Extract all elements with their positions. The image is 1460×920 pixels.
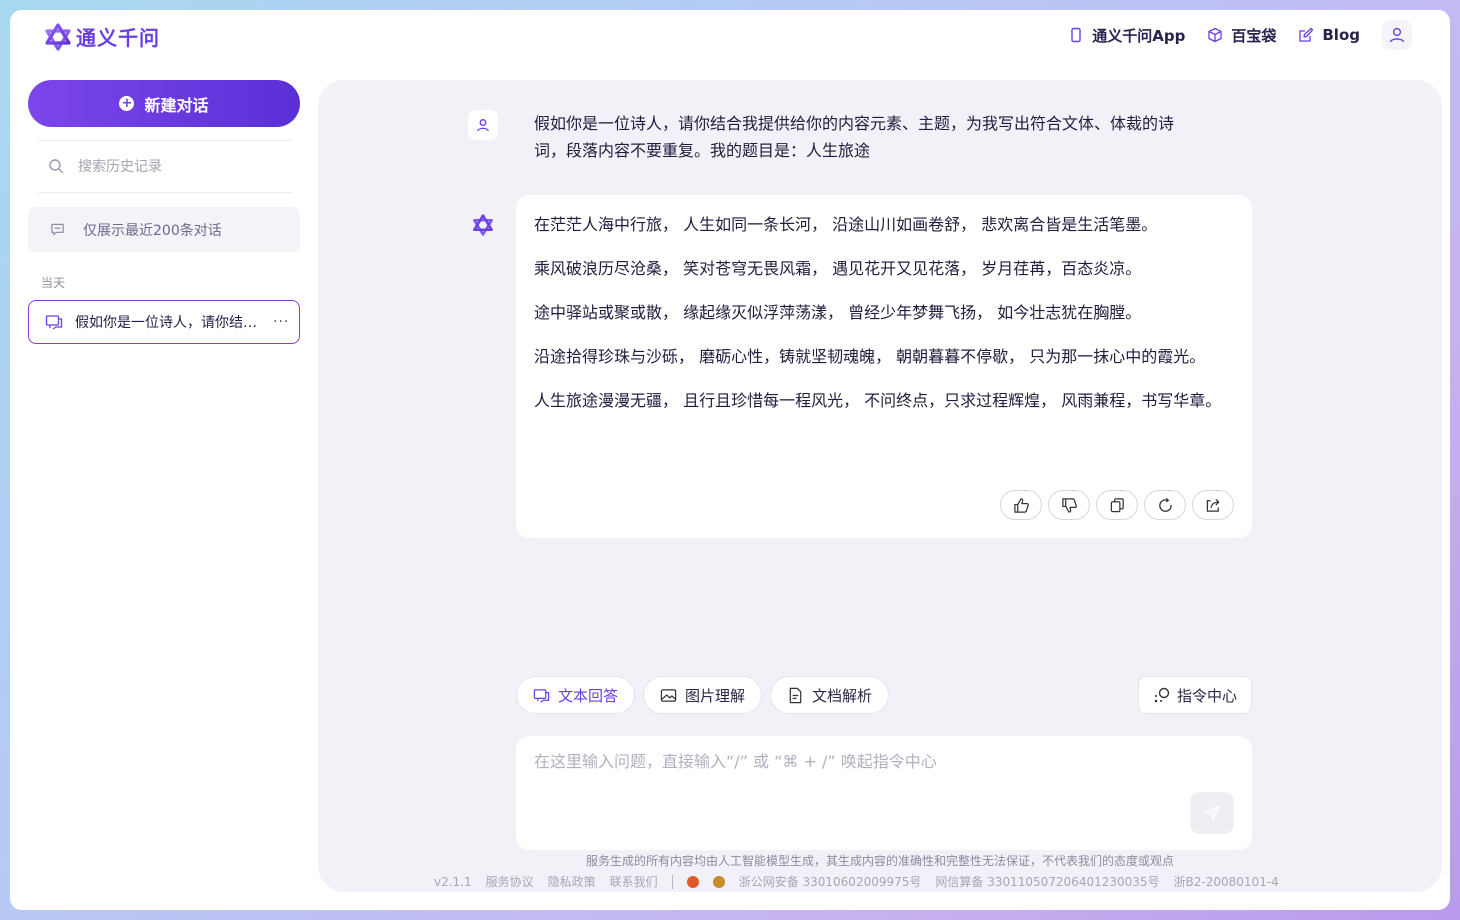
regenerate-icon (1158, 497, 1172, 512)
sidebar: + 新建对话 搜索历史记录 仅展示最近200条对话 当天 假如你是一位诗人，请你… (10, 62, 318, 910)
thumbs-up-icon (1013, 497, 1029, 513)
user-avatar (468, 110, 498, 140)
nav-treasure-label: 百宝袋 (1231, 26, 1277, 45)
top-header: 通义千问 通义千问App 百宝袋 Blog (10, 10, 1450, 62)
version-label: v2.1.1 (434, 874, 472, 889)
answer-paragraph: 途中驿站或聚或散， 缘起缘灭似浮萍荡漾， 曾经少年梦舞飞扬， 如今壮志犹在胸膛。 (534, 303, 1142, 322)
logo-text: 通义千问 (76, 26, 160, 50)
assistant-avatar (468, 210, 498, 240)
limit-notice-text: 仅展示最近200条对话 (83, 222, 222, 239)
app-window: 通义千问 通义千问App 百宝袋 Blog + 新建对话 搜索历史记录 仅展示最… (10, 10, 1450, 910)
answer-actions (1000, 490, 1234, 520)
dislike-button[interactable] (1048, 490, 1090, 520)
send-button[interactable] (1190, 792, 1234, 834)
nav-app-label: 通义千问App (1092, 26, 1186, 45)
main-chat-panel: 假如你是一位诗人，请你结合我提供给你的内容元素、主题，为我写出符合文体、体裁的诗… (318, 80, 1442, 892)
tool-image-understanding[interactable]: 图片理解 (643, 676, 763, 714)
regenerate-button[interactable] (1144, 490, 1186, 520)
tool-label: 文本回答 (558, 686, 619, 705)
comment-icon (51, 223, 64, 236)
search-placeholder: 搜索历史记录 (78, 159, 162, 175)
command-center-button[interactable]: 指令中心 (1138, 676, 1253, 714)
icp-record[interactable]: 浙B2-20080101-4 (1174, 873, 1279, 890)
user-avatar-button[interactable] (1382, 20, 1412, 50)
user-message: 假如你是一位诗人，请你结合我提供给你的内容元素、主题，为我写出符合文体、体裁的诗… (534, 114, 1175, 160)
nav-treasure-link[interactable]: 百宝袋 (1207, 25, 1276, 46)
history-group-label: 当天 (41, 276, 66, 290)
answer-paragraph: 乘风破浪历尽沧桑， 笑对苍穹无畏风霜， 遇见花开又见花落， 岁月荏苒，百态炎凉。 (534, 259, 1142, 278)
search-icon (49, 159, 64, 174)
history-item-title: 假如你是一位诗人，请你结合我提供给你的内容元素、主题，为我写出符合文体、体裁的诗… (75, 315, 261, 331)
tool-text-answer[interactable]: 文本回答 (516, 676, 636, 714)
tongyi-logo-icon (473, 214, 493, 236)
nav-app-link[interactable]: 通义千问App (1068, 25, 1185, 46)
chat-icon (533, 688, 550, 703)
message-input[interactable] (534, 748, 1174, 808)
copy-icon (1110, 497, 1124, 512)
footer-separator (671, 874, 673, 889)
phone-icon (1071, 27, 1081, 43)
terms-link[interactable]: 服务协议 (486, 873, 534, 890)
message-composer (516, 736, 1252, 850)
contact-link[interactable]: 联系我们 (610, 873, 658, 890)
copy-button[interactable] (1096, 490, 1138, 520)
new-chat-label: 新建对话 (144, 95, 209, 115)
command-center-label: 指令中心 (1177, 686, 1238, 705)
user-icon (477, 119, 489, 132)
tool-label: 图片理解 (685, 686, 746, 705)
history-item[interactable]: 假如你是一位诗人，请你结合我提供给你的内容元素、主题，为我写出符合文体、体裁的诗… (28, 300, 300, 344)
app-logo[interactable]: 通义千问 (44, 22, 160, 51)
national-emblem-icon (686, 875, 699, 888)
nav-blog-label: Blog (1322, 26, 1360, 44)
plus-icon: + (119, 96, 135, 111)
algorithm-record[interactable]: 网信算备 330110507206401230035号 (935, 873, 1159, 890)
document-icon (789, 687, 802, 703)
command-center-icon (1154, 687, 1170, 703)
assistant-answer-card: 在茫茫人海中行旅， 人生如同一条长河， 沿途山川如画卷舒， 悲欢离合皆是生活笔墨… (516, 195, 1252, 538)
history-search[interactable]: 搜索历史记录 (48, 154, 162, 178)
ai-disclaimer: 服务生成的所有内容均由人工智能模型生成，其生成内容的准确性和完整性无法保证，不代… (585, 854, 1174, 868)
user-icon (1389, 27, 1405, 43)
new-chat-button[interactable]: + 新建对话 (28, 80, 300, 127)
share-icon (1206, 498, 1219, 512)
tool-document-parsing[interactable]: 文档解析 (770, 676, 890, 714)
answer-paragraph: 人生旅途漫漫无疆， 且行且珍惜每一程风光， 不问终点，只求过程辉煌， 风雨兼程，… (534, 391, 1222, 410)
tool-label: 文档解析 (812, 686, 873, 705)
chat-bubble-icon (45, 315, 63, 330)
police-record[interactable]: 浙公网安备 33010602009975号 (739, 873, 922, 890)
nav-blog-link[interactable]: Blog (1298, 26, 1360, 44)
more-options-icon[interactable]: ··· (273, 314, 289, 330)
top-nav: 通义千问App 百宝袋 Blog (1068, 20, 1412, 50)
divider (38, 140, 292, 141)
composer-tools: 文本回答 图片理解 文档解析 (516, 676, 890, 714)
divider (38, 192, 292, 193)
tongyi-logo-icon (45, 22, 71, 51)
police-emblem-icon (712, 875, 725, 888)
like-button[interactable] (1000, 490, 1042, 520)
history-limit-notice: 仅展示最近200条对话 (28, 207, 300, 252)
privacy-link[interactable]: 隐私政策 (548, 873, 596, 890)
box-icon (1208, 27, 1223, 43)
edit-icon (1299, 27, 1314, 42)
image-icon (660, 688, 677, 702)
send-icon (1204, 805, 1220, 821)
footer-links: v2.1.1 服务协议 隐私政策 联系我们 浙公网安备 330106020099… (434, 873, 1279, 890)
thumbs-down-icon (1061, 497, 1077, 513)
answer-paragraph: 沿途拾得珍珠与沙砾， 磨砺心性，铸就坚韧魂魄， 朝朝暮暮不停歇， 只为那一抹心中… (534, 347, 1206, 366)
answer-paragraph: 在茫茫人海中行旅， 人生如同一条长河， 沿途山川如画卷舒， 悲欢离合皆是生活笔墨… (534, 215, 1158, 234)
share-button[interactable] (1192, 490, 1234, 520)
